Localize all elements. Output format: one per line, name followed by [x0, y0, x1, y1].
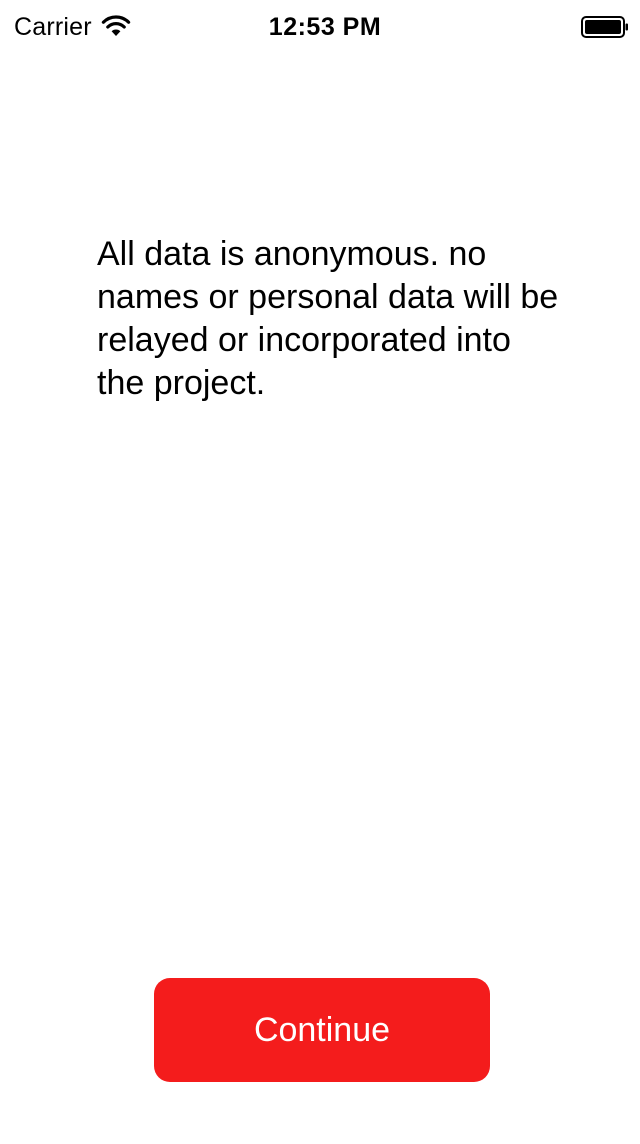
- privacy-message: All data is anonymous. no names or perso…: [97, 235, 559, 402]
- battery-icon: [581, 15, 629, 39]
- status-bar: Carrier 12:53 PM: [0, 0, 640, 54]
- status-time: 12:53 PM: [268, 13, 382, 41]
- app-screen: Carrier 12:53 PM All data is anonymous. …: [0, 0, 640, 1144]
- continue-button[interactable]: Continue: [154, 978, 490, 1082]
